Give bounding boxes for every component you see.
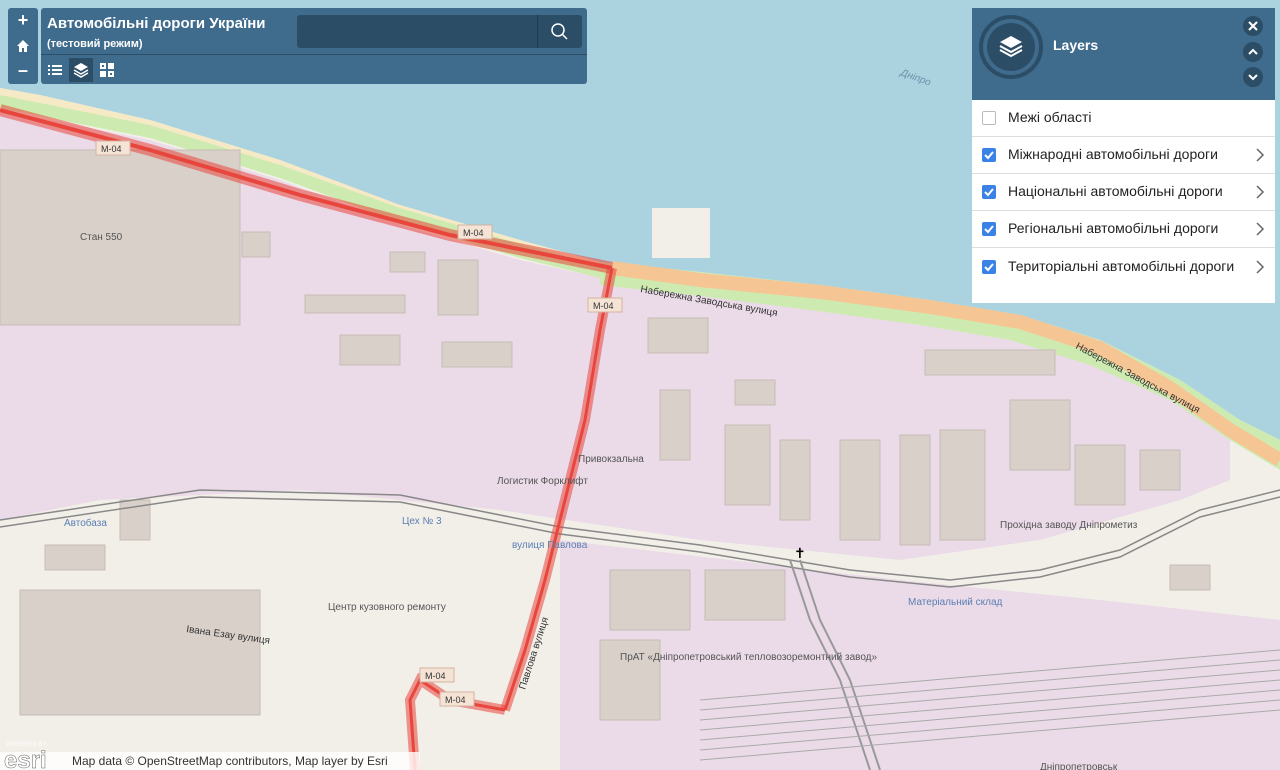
layer-label: Територіальні автомобільні дороги xyxy=(1008,258,1235,274)
layer-item-oblast-borders[interactable]: Межі області xyxy=(972,100,1275,137)
chevron-up-icon xyxy=(1248,48,1258,55)
shield-m04-2: М-04 xyxy=(463,228,484,238)
basemap-icon xyxy=(100,63,114,77)
svg-text:esri: esri xyxy=(4,747,47,770)
app-header: Автомобільні дороги України (тестовий ре… xyxy=(41,8,587,84)
layer-checkbox[interactable] xyxy=(982,148,996,162)
zoom-in-button[interactable]: + xyxy=(8,8,38,33)
shield-m04-1: М-04 xyxy=(101,144,122,154)
home-icon xyxy=(17,40,29,52)
layers-panel-title: Layers xyxy=(1053,37,1099,53)
layer-label: Національні автомобільні дороги xyxy=(1008,183,1223,199)
check-icon xyxy=(984,263,994,272)
layers-panel: Layers Межі області Міжнародні автомобіл… xyxy=(972,8,1275,303)
layers-icon xyxy=(73,63,89,78)
attribution-text: Map data © OpenStreetMap contributors, M… xyxy=(72,754,388,768)
layer-label: Міжнародні автомобільні дороги xyxy=(1008,146,1218,162)
label-material: Матеріальний склад xyxy=(908,597,1003,608)
layers-panel-icon xyxy=(979,15,1043,79)
check-icon xyxy=(984,151,994,160)
layer-item-national-roads[interactable]: Національні автомобільні дороги xyxy=(972,174,1275,211)
search-input[interactable] xyxy=(297,15,535,48)
chevron-down-icon xyxy=(1248,74,1258,81)
pier xyxy=(652,208,710,258)
label-pryvokzalna: Привокзальна xyxy=(578,454,644,465)
app-title: Автомобільні дороги України xyxy=(47,15,266,32)
chevron-right-icon[interactable] xyxy=(1255,184,1265,200)
check-icon xyxy=(984,225,994,234)
search-box xyxy=(297,15,582,48)
layer-item-regional-roads[interactable]: Регіональні автомобільні дороги xyxy=(972,211,1275,248)
label-prokhidna: Прохідна заводу Дніпрометиз xyxy=(1000,520,1138,531)
collapse-panel-button[interactable] xyxy=(1243,42,1263,62)
label-pavlova-stop: вулиця Павлова xyxy=(512,540,588,551)
layer-checkbox[interactable] xyxy=(982,260,996,274)
label-tsekh: Цех № 3 xyxy=(402,516,442,527)
shield-m04-3: М-04 xyxy=(593,301,614,311)
home-button[interactable] xyxy=(8,33,38,58)
chevron-right-icon[interactable] xyxy=(1255,147,1265,163)
expand-panel-button[interactable] xyxy=(1243,67,1263,87)
label-logistic: Логистик Форклифт xyxy=(497,475,588,487)
layer-label: Межі області xyxy=(1008,109,1092,125)
close-panel-button[interactable] xyxy=(1243,16,1263,36)
layer-checkbox[interactable] xyxy=(982,222,996,236)
search-icon xyxy=(551,23,568,40)
layer-checkbox[interactable] xyxy=(982,185,996,199)
label-stan: Стан 550 xyxy=(80,232,123,243)
layer-item-international-roads[interactable]: Міжнародні автомобільні дороги xyxy=(972,137,1275,174)
close-icon xyxy=(1248,21,1258,31)
zoom-out-button[interactable]: – xyxy=(8,58,38,83)
layer-checkbox[interactable] xyxy=(982,111,996,125)
shield-m04-4: М-04 xyxy=(425,671,446,681)
search-button[interactable] xyxy=(537,15,582,48)
layer-item-territorial-roads[interactable]: Територіальні автомобільні дороги xyxy=(972,248,1275,302)
check-icon xyxy=(984,188,994,197)
app-subtitle: (тестовий режим) xyxy=(47,38,143,50)
layers-panel-header: Layers xyxy=(972,8,1275,100)
esri-logo[interactable]: POWERED BY esri xyxy=(4,738,68,770)
list-icon xyxy=(48,65,62,75)
list-button[interactable] xyxy=(43,58,67,82)
label-center-kuz: Центр кузовного ремонту xyxy=(328,602,446,613)
label-avtobaza: Автобаза xyxy=(64,517,107,529)
church-icon: ✝ xyxy=(794,545,806,561)
layers-button[interactable] xyxy=(69,58,93,82)
header-divider xyxy=(41,54,587,55)
chevron-right-icon[interactable] xyxy=(1255,259,1265,275)
label-prat: ПрАТ «Дніпропетровський тепловозоремонтн… xyxy=(620,652,878,663)
zoom-control: + – xyxy=(8,8,38,84)
shield-m04-5: М-04 xyxy=(445,695,466,705)
basemap-button[interactable] xyxy=(95,58,119,82)
chevron-right-icon[interactable] xyxy=(1255,221,1265,237)
label-bottom-right: Дніпропетровськ xyxy=(1040,762,1118,770)
layer-label: Регіональні автомобільні дороги xyxy=(1008,220,1219,236)
